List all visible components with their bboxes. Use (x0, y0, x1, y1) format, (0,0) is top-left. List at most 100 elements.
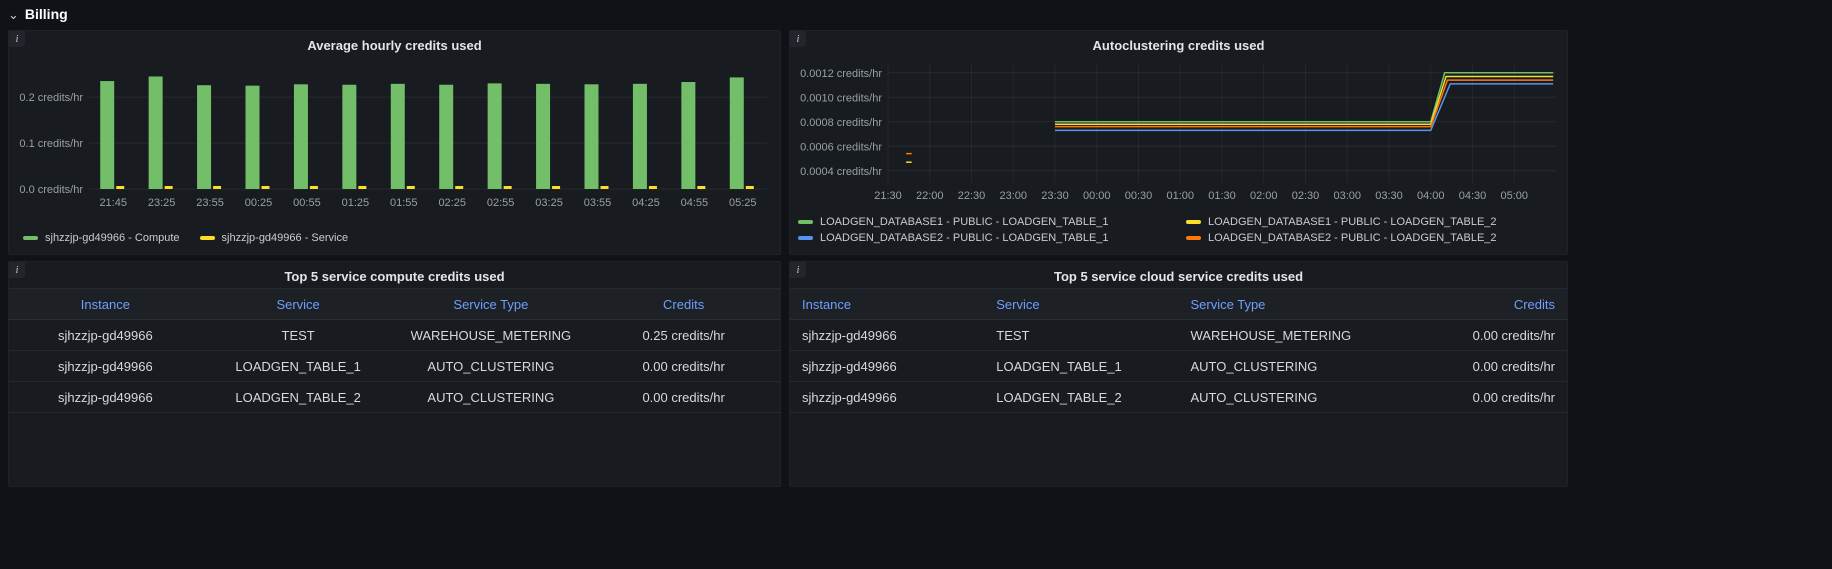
table-cell: sjhzzjp-gd49966 (9, 320, 202, 350)
info-icon[interactable]: i (9, 262, 25, 278)
column-header-instance[interactable]: Instance (9, 289, 202, 319)
bar-service[interactable] (310, 186, 318, 189)
panel-top5-cloud-credits: i Top 5 service cloud service credits us… (789, 261, 1568, 487)
bar-service[interactable] (407, 186, 415, 189)
bar-compute[interactable] (100, 81, 114, 189)
bar-compute[interactable] (294, 84, 308, 189)
x-axis-label: 23:00 (999, 190, 1027, 202)
column-header-service-type[interactable]: Service Type (1179, 289, 1373, 319)
table-row[interactable]: sjhzzjp-gd49966LOADGEN_TABLE_2AUTO_CLUST… (9, 382, 780, 413)
legend-label: sjhzzjp-gd49966 - Service (222, 232, 349, 244)
info-icon[interactable]: i (790, 262, 806, 278)
table-cell: sjhzzjp-gd49966 (9, 351, 202, 381)
line-chart: 21:3022:0022:3023:0023:3000:0000:3001:00… (790, 53, 1567, 213)
y-axis-label: 0.0008 credits/hr (800, 117, 882, 129)
bar-compute[interactable] (246, 86, 260, 189)
table-cell: AUTO_CLUSTERING (1179, 382, 1373, 412)
bar-service[interactable] (455, 186, 463, 189)
x-axis-label: 01:55 (390, 197, 418, 209)
panel-autoclustering-credits: i Autoclustering credits used 21:3022:00… (789, 30, 1568, 255)
bar-compute[interactable] (439, 85, 453, 189)
column-header-service-type[interactable]: Service Type (395, 289, 588, 319)
x-axis-label: 21:30 (874, 190, 902, 202)
bar-compute[interactable] (149, 76, 163, 189)
column-header-service[interactable]: Service (984, 289, 1178, 319)
x-axis-label: 03:30 (1375, 190, 1403, 202)
table-row[interactable]: sjhzzjp-gd49966LOADGEN_TABLE_1AUTO_CLUST… (9, 351, 780, 382)
column-header-credits[interactable]: Credits (1373, 289, 1567, 319)
x-axis-label: 02:55 (487, 197, 515, 209)
bar-service[interactable] (697, 186, 705, 189)
legend-item[interactable]: LOADGEN_DATABASE2 - PUBLIC - LOADGEN_TAB… (798, 232, 1186, 244)
x-axis-label: 04:30 (1459, 190, 1487, 202)
bar-compute[interactable] (681, 82, 695, 189)
bar-service[interactable] (601, 186, 609, 189)
legend-label: LOADGEN_DATABASE2 - PUBLIC - LOADGEN_TAB… (820, 232, 1109, 244)
table-cell: sjhzzjp-gd49966 (9, 382, 202, 412)
column-header-instance[interactable]: Instance (790, 289, 984, 319)
legend-item[interactable]: LOADGEN_DATABASE1 - PUBLIC - LOADGEN_TAB… (1186, 216, 1567, 228)
table-row[interactable]: sjhzzjp-gd49966LOADGEN_TABLE_2AUTO_CLUST… (790, 382, 1567, 413)
legend-swatch (1186, 220, 1201, 224)
info-icon-glyph: i (797, 265, 800, 276)
y-axis-label: 0.0010 credits/hr (800, 92, 882, 104)
info-icon[interactable]: i (9, 31, 25, 47)
legend-item[interactable]: LOADGEN_DATABASE2 - PUBLIC - LOADGEN_TAB… (1186, 232, 1567, 244)
bar-compute[interactable] (585, 84, 599, 189)
bar-service[interactable] (116, 186, 124, 189)
table-cell: LOADGEN_TABLE_1 (202, 351, 395, 381)
table-cell: LOADGEN_TABLE_2 (984, 382, 1178, 412)
table-cell: 0.00 credits/hr (1373, 351, 1567, 381)
table-cell: LOADGEN_TABLE_2 (202, 382, 395, 412)
compute-credits-table: InstanceServiceService TypeCreditssjhzzj… (9, 288, 780, 413)
panel-title[interactable]: Average hourly credits used (9, 31, 780, 53)
bar-service[interactable] (165, 186, 173, 189)
table-cell: WAREHOUSE_METERING (1179, 320, 1373, 350)
bar-compute[interactable] (391, 84, 405, 189)
dashboard-row-billing[interactable]: ⌄ Billing (8, 2, 68, 26)
legend-item[interactable]: sjhzzjp-gd49966 - Compute (23, 232, 180, 244)
bar-chart-legend: sjhzzjp-gd49966 - Compute sjhzzjp-gd49966… (9, 229, 780, 244)
legend-swatch (200, 236, 215, 240)
bar-service[interactable] (552, 186, 560, 189)
info-icon[interactable]: i (790, 31, 806, 47)
legend-label: LOADGEN_DATABASE2 - PUBLIC - LOADGEN_TAB… (1208, 232, 1497, 244)
bar-service[interactable] (358, 186, 366, 189)
table-header-row: InstanceServiceService TypeCredits (790, 288, 1567, 320)
bar-compute[interactable] (633, 84, 647, 189)
legend-item[interactable]: sjhzzjp-gd49966 - Service (200, 232, 349, 244)
table-row[interactable]: sjhzzjp-gd49966TESTWAREHOUSE_METERING0.0… (790, 320, 1567, 351)
bar-service[interactable] (649, 186, 657, 189)
legend-label: LOADGEN_DATABASE1 - PUBLIC - LOADGEN_TAB… (820, 216, 1109, 228)
table-cell: AUTO_CLUSTERING (395, 382, 588, 412)
bar-service[interactable] (746, 186, 754, 189)
column-header-credits[interactable]: Credits (587, 289, 780, 319)
series-line[interactable] (1055, 80, 1553, 127)
x-axis-label: 03:25 (535, 197, 563, 209)
bar-compute[interactable] (342, 85, 356, 189)
bar-compute[interactable] (536, 84, 550, 189)
bar-compute[interactable] (730, 77, 744, 189)
bar-service[interactable] (262, 186, 270, 189)
legend-swatch (23, 236, 38, 240)
y-axis-label: 0.1 credits/hr (19, 138, 83, 150)
bar-compute[interactable] (488, 83, 502, 189)
chevron-down-icon: ⌄ (8, 8, 19, 21)
bar-service[interactable] (504, 186, 512, 189)
table-cell: WAREHOUSE_METERING (395, 320, 588, 350)
series-line[interactable] (1055, 84, 1553, 131)
panel-title[interactable]: Top 5 service cloud service credits used (790, 262, 1567, 284)
bar-compute[interactable] (197, 85, 211, 189)
bar-service[interactable] (213, 186, 221, 189)
table-cell: sjhzzjp-gd49966 (790, 351, 984, 381)
table-row[interactable]: sjhzzjp-gd49966TESTWAREHOUSE_METERING0.2… (9, 320, 780, 351)
row-title: Billing (25, 6, 68, 22)
x-axis-label: 23:55 (196, 197, 224, 209)
panel-title[interactable]: Autoclustering credits used (790, 31, 1567, 53)
column-header-service[interactable]: Service (202, 289, 395, 319)
table-row[interactable]: sjhzzjp-gd49966LOADGEN_TABLE_1AUTO_CLUST… (790, 351, 1567, 382)
panel-title[interactable]: Top 5 service compute credits used (9, 262, 780, 284)
table-cell: sjhzzjp-gd49966 (790, 382, 984, 412)
x-axis-label: 22:30 (958, 190, 986, 202)
legend-item[interactable]: LOADGEN_DATABASE1 - PUBLIC - LOADGEN_TAB… (798, 216, 1186, 228)
